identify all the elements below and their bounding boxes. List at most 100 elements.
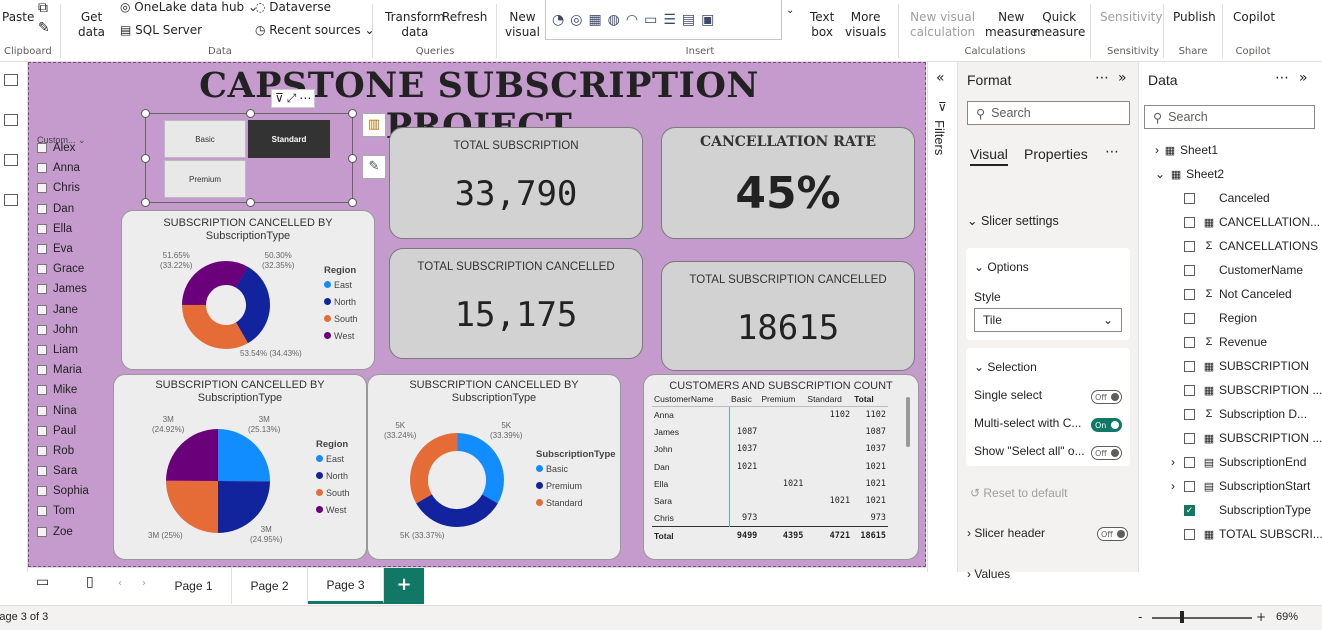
checkbox[interactable] — [37, 203, 47, 214]
resize-handle[interactable] — [348, 198, 357, 207]
collapse-pane-icon[interactable]: » — [1118, 70, 1127, 86]
values-section[interactable]: › Values — [967, 567, 1010, 581]
more-options-icon[interactable]: ⋯ — [1105, 144, 1119, 160]
more-options-icon[interactable]: ⋯ — [1275, 70, 1289, 86]
checkbox[interactable] — [37, 385, 47, 396]
gallery-more-icon[interactable]: ⌄ — [786, 5, 794, 16]
page-tab[interactable]: Page 1 — [156, 568, 232, 604]
zoom-out-button[interactable]: - — [1138, 610, 1142, 624]
gauge-visual-icon[interactable]: ◠ — [626, 12, 638, 28]
desktop-view-icon[interactable]: ▭ — [36, 574, 49, 590]
zoom-slider[interactable] — [1152, 617, 1252, 619]
tab-properties[interactable]: Properties — [1024, 146, 1088, 162]
collapse-pane-icon[interactable]: » — [1299, 70, 1308, 86]
checkbox[interactable] — [37, 486, 47, 497]
card-total-cancelled-2[interactable]: TOTAL SUBSCRIPTION CANCELLED 18615 — [661, 261, 915, 371]
slicer-item[interactable]: Mike — [37, 380, 117, 400]
field-checkbox[interactable] — [1184, 264, 1195, 276]
style-dropdown[interactable]: Tile ⌄ — [974, 308, 1122, 332]
donut-chart-type[interactable]: SUBSCRIPTION CANCELLED BY SubscriptionTy… — [367, 374, 621, 560]
chevron-right-icon[interactable]: › — [1171, 479, 1175, 493]
dax-query-view-icon[interactable] — [4, 194, 18, 206]
model-view-icon[interactable] — [4, 154, 18, 166]
legend-item[interactable]: Premium — [536, 477, 616, 494]
slicer-item[interactable]: Zoe — [37, 522, 117, 542]
type-slicer[interactable]: Basic Standard Premium — [141, 109, 357, 207]
slicer-settings-section[interactable]: ⌄ Slicer settings — [967, 213, 1059, 228]
slicer-item[interactable]: Anna — [37, 158, 117, 178]
donut-chart-region[interactable]: SUBSCRIPTION CANCELLED BY SubscriptionTy… — [121, 210, 375, 370]
reset-to-default[interactable]: ↺ Reset to default — [970, 486, 1067, 500]
slicer-item[interactable]: Alex — [37, 138, 117, 158]
slicer-item[interactable]: Jane — [37, 300, 117, 320]
resize-handle[interactable] — [348, 154, 357, 163]
dataverse-button[interactable]: ◌ Dataverse — [255, 0, 331, 14]
field-checkbox[interactable] — [1184, 312, 1195, 324]
slicer-header-section[interactable]: › Slicer header — [967, 526, 1045, 540]
data-field[interactable]: CustomerName — [1139, 258, 1322, 282]
field-checkbox[interactable] — [1184, 432, 1195, 444]
tile-premium[interactable]: Premium — [164, 160, 246, 198]
column-header[interactable]: Total — [852, 392, 888, 407]
report-view-icon[interactable] — [4, 74, 18, 86]
multirow-card-icon[interactable]: ☰ — [663, 12, 676, 28]
donut-visual-icon[interactable]: ◎ — [570, 12, 582, 28]
field-checkbox[interactable] — [1184, 240, 1195, 252]
filter-icon[interactable]: ⊽ — [275, 91, 284, 106]
more-options-icon[interactable]: ⋯ — [299, 91, 311, 106]
copilot-button[interactable]: Copilot — [1233, 10, 1275, 25]
add-page-button[interactable]: + — [384, 568, 424, 604]
tab-visual[interactable]: Visual — [970, 146, 1008, 166]
legend-item[interactable]: West — [324, 327, 358, 344]
slicer-item[interactable]: Grace — [37, 259, 117, 279]
data-field[interactable]: ✓ SubscriptionType — [1139, 498, 1322, 522]
field-checkbox[interactable] — [1184, 288, 1195, 300]
field-checkbox[interactable]: ✓ — [1184, 504, 1195, 516]
data-field[interactable]: Region — [1139, 306, 1322, 330]
checkbox[interactable] — [37, 284, 47, 295]
checkbox[interactable] — [37, 405, 47, 416]
column-header[interactable]: Standard — [805, 392, 853, 407]
data-field[interactable]: Σ Revenue — [1139, 330, 1322, 354]
legend-item[interactable]: West — [316, 501, 350, 518]
options-header[interactable]: ⌄ Options — [974, 260, 1029, 274]
checkbox[interactable] — [37, 526, 47, 537]
page-tab[interactable]: Page 2 — [232, 568, 308, 604]
checkbox[interactable] — [37, 183, 47, 194]
column-header[interactable]: Premium — [759, 392, 806, 407]
legend-item[interactable]: South — [316, 484, 350, 501]
new-visual-button[interactable]: New visual — [505, 10, 540, 40]
tile-basic[interactable]: Basic — [164, 120, 246, 158]
card-cancellation-rate[interactable]: CANCELLATION RATE 45% — [661, 127, 915, 239]
format-visual-icon[interactable]: ✎ — [362, 155, 386, 179]
checkbox[interactable] — [37, 324, 47, 335]
donut-region-svg[interactable] — [180, 259, 272, 351]
legend-item[interactable]: South — [324, 310, 358, 327]
mobile-view-icon[interactable]: ▯ — [86, 574, 94, 590]
refresh-button[interactable]: Refresh — [442, 10, 487, 25]
expand-icon[interactable]: « — [936, 70, 945, 86]
slicer-item[interactable]: Sara — [37, 461, 117, 481]
checkbox[interactable] — [37, 223, 47, 234]
table-visual-icon[interactable]: ▤ — [682, 12, 695, 28]
resize-handle[interactable] — [246, 198, 255, 207]
resize-handle[interactable] — [141, 154, 150, 163]
resize-handle[interactable] — [141, 198, 150, 207]
single-select-toggle[interactable]: Off — [1091, 390, 1122, 404]
slicer-item[interactable]: Dan — [37, 199, 117, 219]
table-sheet2[interactable]: ⌄ ▦ Sheet2 — [1139, 162, 1322, 186]
checkbox[interactable] — [37, 506, 47, 517]
zoom-slider-thumb[interactable] — [1180, 611, 1184, 623]
card-total-subscription[interactable]: TOTAL SUBSCRIPTION 33,790 — [389, 127, 643, 239]
slicer-header-toggle[interactable]: Off — [1097, 527, 1128, 541]
checkbox[interactable] — [37, 143, 47, 154]
page-tab[interactable]: Page 3 — [308, 568, 384, 604]
legend-item[interactable]: North — [324, 293, 358, 310]
scroll-left-icon[interactable]: ‹ — [118, 578, 122, 589]
data-field[interactable]: ▦ SUBSCRIPTION — [1139, 354, 1322, 378]
checkbox[interactable] — [37, 365, 47, 376]
checkbox[interactable] — [37, 163, 47, 174]
more-visuals-button[interactable]: More visuals — [845, 10, 886, 40]
data-field[interactable]: ▦ SUBSCRIPTION ... — [1139, 426, 1322, 450]
table-view-icon[interactable] — [4, 114, 18, 126]
